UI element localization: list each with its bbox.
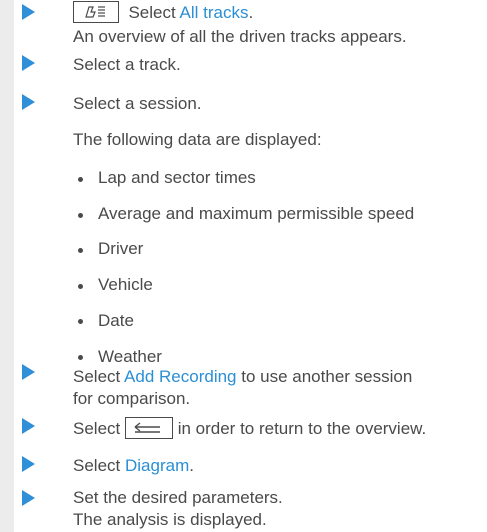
bullet-dot <box>78 177 83 182</box>
step-result: An overview of all the driven tracks app… <box>73 27 407 46</box>
margin-bar <box>0 0 14 532</box>
all-tracks-link[interactable]: All tracks <box>180 3 249 22</box>
list-item: Lap and sector times <box>98 168 256 187</box>
step-arrow-icon <box>22 456 35 472</box>
list-item: Average and maximum permissible speed <box>98 204 415 223</box>
step-text-end: to use another session <box>236 367 413 386</box>
bullet-dot <box>78 355 83 360</box>
step-text: Select <box>73 419 125 438</box>
back-arrow-icon <box>124 416 173 439</box>
bullet-dot <box>78 284 83 289</box>
diagram-link[interactable]: Diagram <box>125 456 189 475</box>
step-arrow-icon <box>22 364 35 380</box>
list-item: Date <box>98 311 134 330</box>
step-text-end: . <box>189 456 194 475</box>
step-arrow-icon <box>22 55 35 71</box>
step-arrow-icon <box>22 490 35 506</box>
bullet-dot <box>78 213 83 218</box>
step-result: The analysis is displayed. <box>73 510 267 529</box>
step-text: Select <box>73 456 125 475</box>
list-item: Weather <box>98 347 162 366</box>
step-add-recording: Select Add Recording to use another sess… <box>73 366 412 388</box>
step-text-end: . <box>248 3 254 22</box>
list-item: Driver <box>98 239 144 258</box>
step-arrow-icon <box>22 418 35 434</box>
step-text: Select <box>128 3 180 22</box>
step-set-parameters: Set the desired parameters. <box>73 488 283 507</box>
add-recording-link[interactable]: Add Recording <box>124 367 236 386</box>
step-text-continued: for comparison. <box>73 389 191 408</box>
step-result: The following data are displayed: <box>73 130 322 149</box>
step-return-overview: Select in order to return to the overvie… <box>73 416 427 441</box>
step-arrow-icon <box>22 94 35 110</box>
step-select-all-tracks: Select All tracks. <box>73 0 254 25</box>
bullet-dot <box>78 248 83 253</box>
step-text: Select <box>73 367 125 386</box>
step-select-session: Select a session. <box>73 94 202 113</box>
bullet-dot <box>78 319 83 324</box>
track-list-icon <box>73 0 119 23</box>
step-text-end: in order to return to the overview. <box>172 419 427 438</box>
step-select-diagram: Select Diagram. <box>73 455 194 477</box>
list-item: Vehicle <box>98 275 153 294</box>
step-select-track: Select a track. <box>73 55 181 74</box>
step-arrow-icon <box>22 4 35 20</box>
